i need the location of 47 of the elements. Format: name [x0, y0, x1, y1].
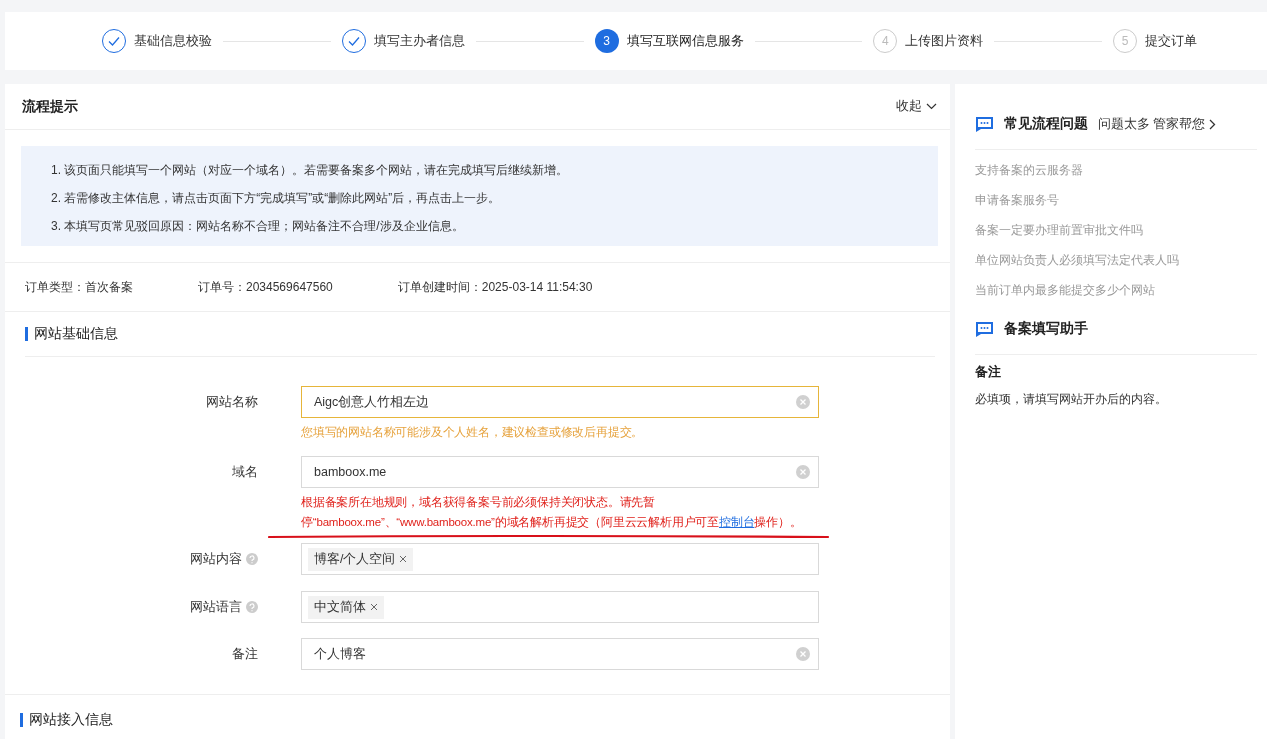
console-link[interactable]: 控制台	[718, 516, 755, 528]
step-number: 3	[594, 29, 619, 53]
chevron-right-icon	[1209, 118, 1217, 130]
chat-icon	[975, 115, 994, 133]
field-label: 网站语言	[190, 598, 242, 616]
remove-icon[interactable]	[399, 555, 408, 563]
panel-title: 流程提示	[22, 97, 78, 116]
step-label: 提交订单	[1145, 32, 1197, 50]
tag-select[interactable]: 博客/个人空间	[301, 543, 819, 575]
tag-label: 博客/个人空间	[314, 550, 396, 568]
help-icon[interactable]	[246, 601, 258, 613]
clear-icon[interactable]	[796, 647, 810, 661]
field-label: 备注	[232, 645, 258, 663]
helper-heading: 备注	[975, 363, 1002, 381]
step-label: 填写主办者信息	[373, 32, 465, 50]
help-link[interactable]: 问题太多 管家帮您	[1098, 115, 1217, 133]
collapse-button[interactable]: 收起	[896, 98, 937, 115]
remove-icon[interactable]	[370, 603, 378, 611]
step-label: 基础信息校验	[134, 32, 212, 50]
chat-icon	[975, 320, 994, 338]
tip-text: 1. 该页面只能填写一个网站（对应一个域名）。若需要备案多个网站，请在完成填写后继续新增。	[51, 162, 570, 179]
section-title: 网站基础信息	[34, 325, 118, 343]
help-icon[interactable]	[246, 553, 258, 565]
step-label: 上传图片资料	[905, 32, 984, 50]
clear-icon[interactable]	[796, 465, 810, 479]
field-label: 网站内容	[190, 550, 242, 568]
warning-message: 您填写的网站名称可能涉及个人姓名，建议检查或修改后再提交。	[301, 425, 645, 440]
tip-text: 3. 本填写页常见驳回原因：网站名称不合理；网站备注不合理/涉及企业信息。	[51, 218, 465, 235]
field-label: 网站名称	[206, 393, 258, 411]
text-input[interactable]: bamboox.me	[301, 456, 819, 488]
faq-title: 常见流程问题	[1004, 115, 1088, 133]
step-label: 填写互联网信息服务	[626, 32, 744, 50]
order-info: 订单号：2034569647560	[198, 278, 333, 296]
text-input[interactable]: 个人博客	[301, 638, 819, 670]
tag-select[interactable]: 中文简体	[301, 591, 819, 623]
order-info: 订单类型：首次备案	[25, 278, 133, 296]
text-input[interactable]: Aigc创意人竹相左边	[301, 386, 819, 418]
tag-label: 中文简体	[314, 598, 366, 616]
helper-title: 备案填写助手	[1004, 320, 1088, 338]
tip-text: 2. 若需修改主体信息，请点击页面下方“完成填写”或“删除此网站”后，再点击上一步。	[51, 190, 502, 207]
section-title: 网站接入信息	[29, 711, 113, 729]
clear-icon[interactable]	[796, 395, 810, 409]
helper-text: 必填项，请填写网站开办后的内容。	[975, 391, 1168, 408]
error-message: 根据备案所在地规则，域名获得备案号前必须保持关闭状态。请先暂停“bamboox.me”、“www.bamboox.me”的域名解析再提交（阿里云云解析用户可至控制台操作）。	[301, 495, 803, 530]
field-label: 域名	[232, 463, 258, 481]
chevron-down-icon	[926, 103, 937, 110]
order-info: 订单创建时间：2025-03-14 11:54:30	[397, 278, 593, 296]
